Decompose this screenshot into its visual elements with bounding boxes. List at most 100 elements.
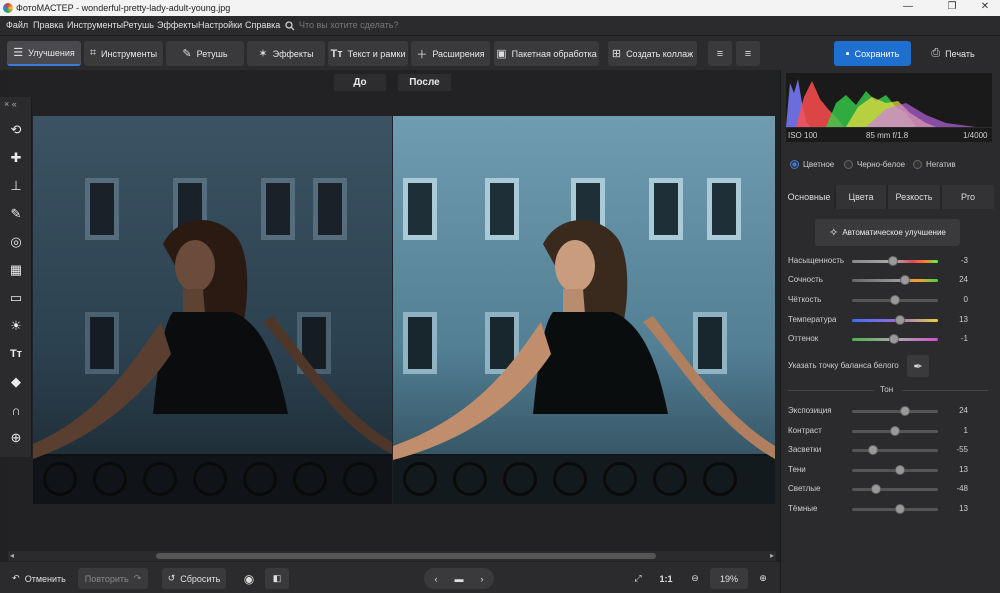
vibrance-track[interactable] [852, 279, 938, 282]
mode-bw-radio[interactable]: Черно-белое [844, 160, 905, 169]
white-balance-label: Указать точку баланса белого [788, 361, 899, 370]
vignette-icon[interactable]: ▭ [6, 288, 26, 308]
slider-whites[interactable]: Светлые -48 [788, 482, 988, 496]
bandage-icon[interactable]: ✚ [6, 148, 26, 168]
redo-button[interactable]: Повторить ↷ [78, 568, 148, 589]
compare-toggle-button[interactable]: ◧ [265, 568, 289, 589]
scroll-left-icon[interactable]: ◂ [10, 551, 14, 560]
slider-highlights[interactable]: Засветки -55 [788, 443, 988, 457]
open-folder-button[interactable]: ▬ [448, 568, 470, 589]
color-mode-selector: Цветное Черно-белое Негатив [786, 150, 992, 178]
scroll-thumb[interactable] [156, 553, 656, 559]
magnet-icon[interactable]: ∩ [6, 400, 26, 420]
globe-icon[interactable]: ⊕ [6, 428, 26, 448]
undo-button[interactable]: ↶ Отменить [6, 568, 72, 589]
split-view-icon: ◧ [272, 573, 282, 583]
slider-knob[interactable] [890, 295, 900, 305]
batch-processing-button[interactable]: ▣ Пакетная обработка [494, 41, 599, 66]
print-button[interactable]: ⎙ Печать [913, 41, 993, 66]
tone-section-header: Тон [788, 384, 988, 396]
actual-size-button[interactable]: 1:1 [655, 568, 677, 589]
slider-vibrance[interactable]: Сочность 24 [788, 273, 988, 287]
magic-wand-icon: ✶ [258, 48, 268, 60]
slider-knob[interactable] [895, 504, 906, 514]
menu-edit[interactable]: Правка [33, 20, 63, 30]
paint-bucket-icon[interactable]: ◆ [6, 372, 26, 392]
tab-basic[interactable]: Основные [784, 185, 834, 209]
reset-button[interactable]: ↺ Сбросить [162, 568, 226, 589]
slider-knob[interactable] [890, 426, 900, 436]
tab-pro[interactable]: Pro [942, 185, 994, 209]
prev-image-button[interactable]: ‹ [424, 568, 448, 589]
tab-tools[interactable]: ⌗ Инструменты [84, 41, 163, 66]
slider-saturation[interactable]: Насыщенность -3 [788, 254, 988, 268]
sun-icon[interactable]: ☀ [6, 316, 26, 336]
tab-sharpness[interactable]: Резкость [888, 185, 940, 209]
menu-effects[interactable]: Эффекты [157, 20, 198, 30]
tab-colors[interactable]: Цвета [836, 185, 886, 209]
histogram-graph [786, 79, 976, 127]
highlights-track[interactable] [852, 449, 938, 452]
close-icon[interactable]: ✕ [970, 1, 1000, 12]
slider-knob[interactable] [871, 484, 882, 494]
slider-tint[interactable]: Оттенок -1 [788, 332, 988, 346]
save-button[interactable]: ▪ Сохранить [834, 41, 911, 66]
stamp-icon[interactable]: ⊥ [6, 176, 26, 196]
eyedropper-button[interactable]: ✒ [907, 355, 929, 377]
search-box[interactable]: Что вы хотите сделать? [285, 19, 400, 33]
fit-screen-button[interactable]: ⤢ [626, 568, 650, 589]
list-info-button[interactable]: ≡ [736, 41, 760, 66]
tab-effects[interactable]: ✶ Эффекты [247, 41, 325, 66]
whites-track[interactable] [852, 488, 938, 491]
menu-tools[interactable]: Инструменты [67, 20, 123, 30]
brush-icon: ✎ [182, 48, 192, 60]
exposure-track[interactable] [852, 410, 938, 413]
tab-text-frames[interactable]: Tт Текст и рамки [328, 41, 408, 66]
mode-color-radio[interactable]: Цветное [790, 160, 834, 169]
tab-extensions[interactable]: ＋ Расширения [411, 41, 490, 66]
tab-retouch[interactable]: ✎ Ретушь [166, 41, 244, 66]
brush-icon[interactable]: ✎ [6, 204, 26, 224]
gradient-icon[interactable]: ▦ [6, 260, 26, 280]
tab-enhancements[interactable]: ☰ Улучшения [7, 41, 81, 66]
radial-filter-icon[interactable]: ◎ [6, 232, 26, 252]
menu-help[interactable]: Справка [245, 20, 280, 30]
slider-knob[interactable] [889, 334, 900, 344]
slider-knob[interactable] [895, 315, 906, 325]
tool-strip-controls[interactable]: × « [4, 99, 17, 109]
menu-settings[interactable]: Настройки [198, 20, 242, 30]
slider-shadows[interactable]: Тени 13 [788, 463, 988, 477]
mode-negative-radio[interactable]: Негатив [913, 160, 956, 169]
slider-knob[interactable] [900, 406, 911, 416]
zoom-out-button[interactable]: ⊖ [684, 568, 706, 589]
slider-clarity[interactable]: Чёткость 0 [788, 293, 988, 307]
transform-icon[interactable]: ⟲ [6, 120, 26, 140]
slider-blacks[interactable]: Тёмные 13 [788, 502, 988, 516]
slider-knob[interactable] [900, 275, 911, 285]
slider-knob[interactable] [888, 256, 899, 266]
menu-file[interactable]: Файл [6, 20, 28, 30]
add-list-button[interactable]: ≡ [708, 41, 732, 66]
slider-label: Оттенок [788, 334, 819, 343]
slider-knob[interactable] [895, 465, 906, 475]
zoom-level-field[interactable]: 19% [710, 568, 748, 589]
histogram [786, 73, 992, 127]
menu-retouch[interactable]: Ретушь [123, 20, 154, 30]
mode-label: Негатив [926, 160, 956, 169]
slider-contrast[interactable]: Контраст 1 [788, 424, 988, 438]
text-icon[interactable]: Tт [6, 344, 26, 364]
white-balance-row: Указать точку баланса белого ✒ [788, 355, 988, 377]
slider-exposure[interactable]: Экспозиция 24 [788, 404, 988, 418]
save-label: Сохранить [854, 48, 900, 59]
zoom-in-button[interactable]: ⊕ [752, 568, 774, 589]
slider-temperature[interactable]: Температура 13 [788, 313, 988, 327]
scroll-right-icon[interactable]: ▸ [770, 551, 774, 560]
preview-eye-button[interactable]: ◉ [236, 568, 262, 589]
slider-knob[interactable] [867, 445, 878, 455]
create-collage-button[interactable]: ⊞ Создать коллаж [608, 41, 697, 66]
next-image-button[interactable]: › [470, 568, 494, 589]
horizontal-scrollbar[interactable]: ◂ ▸ [8, 551, 776, 561]
auto-enhance-button[interactable]: ✧ Автоматическое улучшение [815, 219, 960, 246]
minimize-icon[interactable]: — [893, 1, 923, 12]
maximize-icon[interactable]: ❐ [937, 1, 967, 12]
